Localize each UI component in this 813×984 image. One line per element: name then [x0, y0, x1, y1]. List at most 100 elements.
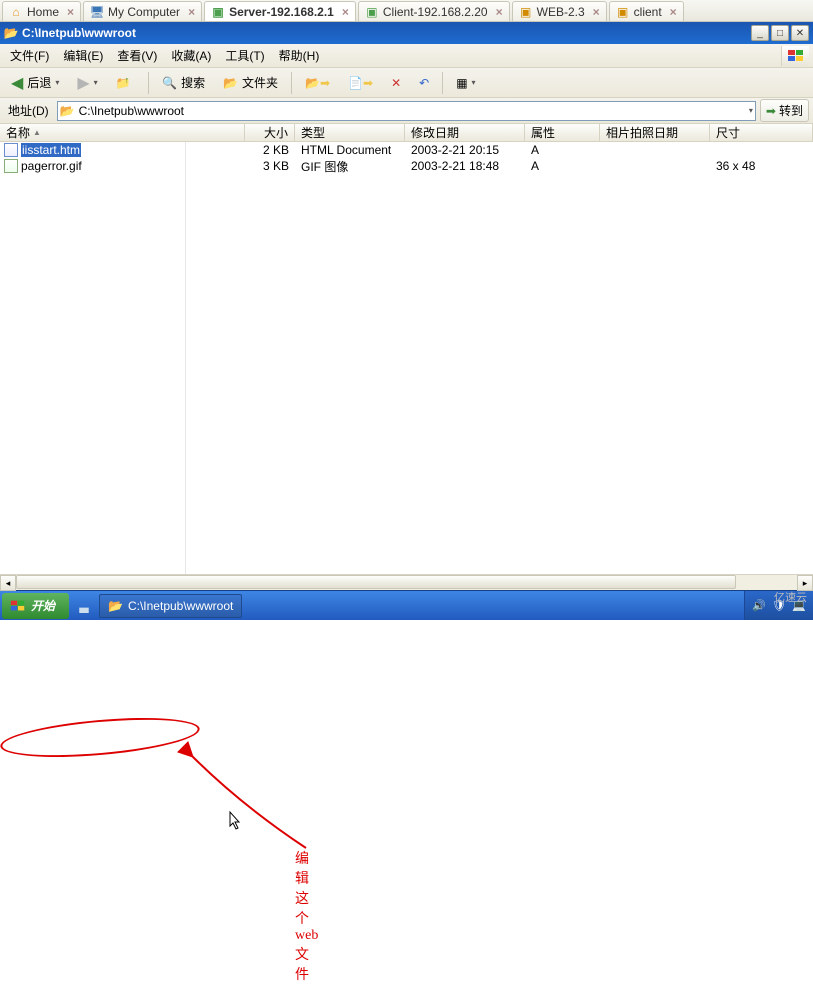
search-button[interactable]: 🔍 搜索	[155, 70, 212, 95]
col-photodate[interactable]: 相片拍照日期	[600, 124, 710, 141]
annotation-ellipse	[0, 711, 201, 763]
tray-icon[interactable]: 🔊	[751, 598, 767, 614]
scroll-right-button[interactable]: ▸	[797, 575, 813, 591]
folder-up-icon: 📁↑	[116, 76, 135, 90]
col-size[interactable]: 大小	[245, 124, 295, 141]
scroll-left-button[interactable]: ◂	[0, 575, 16, 591]
tray-icon[interactable]: 💻	[791, 598, 807, 614]
quicklaunch-desktop[interactable]: ▃	[73, 595, 95, 617]
back-button[interactable]: ◀ 后退 ▾	[4, 69, 66, 97]
tab-label: client	[634, 5, 662, 19]
menu-edit[interactable]: 编辑(E)	[57, 44, 109, 67]
delete-button[interactable]: ✕	[384, 72, 408, 94]
menu-file[interactable]: 文件(F)	[4, 44, 55, 67]
file-modified: 2003-2-21 20:15	[405, 143, 525, 157]
address-box[interactable]: 📂 ▾	[57, 101, 756, 121]
forward-button[interactable]: ▶ ▾	[70, 69, 104, 97]
col-type[interactable]: 类型	[295, 124, 405, 141]
back-label: 后退	[27, 74, 51, 91]
column-headers: 名称 ▲ 大小 类型 修改日期 属性 相片拍照日期 尺寸	[0, 124, 813, 142]
computer-icon: 🖥	[90, 5, 104, 19]
file-rows[interactable]: iisstart.htm 2 KB HTML Document 2003-2-2…	[0, 142, 813, 574]
delete-icon: ✕	[391, 76, 401, 90]
file-name-cell[interactable]: pagerror.gif	[0, 159, 245, 173]
scroll-thumb[interactable]	[16, 575, 736, 589]
file-attrs: A	[525, 159, 600, 173]
taskbar-item[interactable]: 📂 C:\Inetpub\wwwroot	[99, 594, 242, 618]
tray-icon[interactable]: 🛡	[771, 598, 787, 614]
tab-home[interactable]: ⌂ Home ×	[2, 1, 81, 21]
close-icon[interactable]: ×	[593, 5, 600, 19]
show-desktop-icon: ▃	[79, 599, 88, 613]
panel-divider	[185, 142, 186, 574]
file-type: GIF 图像	[295, 158, 405, 175]
maximize-button[interactable]: □	[771, 25, 789, 41]
chevron-down-icon[interactable]: ▾	[749, 106, 753, 115]
menu-tools[interactable]: 工具(T)	[219, 44, 270, 67]
undo-icon: ↶	[419, 76, 429, 90]
folders-button[interactable]: 📂 文件夹	[216, 70, 285, 95]
col-dim[interactable]: 尺寸	[710, 124, 813, 141]
go-button[interactable]: ➡ 转到	[760, 99, 809, 122]
scroll-track[interactable]	[16, 575, 797, 590]
tab-label: Client-192.168.2.20	[383, 5, 488, 19]
file-row[interactable]: pagerror.gif 3 KB GIF 图像 2003-2-21 18:48…	[0, 158, 813, 174]
file-dim: 36 x 48	[710, 159, 813, 173]
folder-icon: 📂	[4, 26, 18, 40]
close-icon[interactable]: ×	[67, 5, 74, 19]
file-row[interactable]: iisstart.htm 2 KB HTML Document 2003-2-2…	[0, 142, 813, 158]
separator	[442, 72, 443, 94]
start-button[interactable]: 开始	[2, 593, 69, 619]
search-icon: 🔍	[162, 76, 177, 90]
tab-client[interactable]: ▣ Client-192.168.2.20 ×	[358, 1, 510, 21]
tab-label: Home	[27, 5, 59, 19]
chevron-down-icon: ▾	[94, 78, 98, 87]
horizontal-scrollbar[interactable]: ◂ ▸	[0, 574, 813, 590]
tab-mycomputer[interactable]: 🖥 My Computer ×	[83, 1, 202, 21]
separator	[291, 72, 292, 94]
col-modified[interactable]: 修改日期	[405, 124, 525, 141]
close-icon[interactable]: ×	[188, 5, 195, 19]
file-name-cell[interactable]: iisstart.htm	[0, 143, 245, 157]
folder-icon: 📂	[108, 599, 123, 613]
menu-favorites[interactable]: 收藏(A)	[165, 44, 217, 67]
menu-help[interactable]: 帮助(H)	[273, 44, 326, 67]
tab-web[interactable]: ▣ WEB-2.3 ×	[512, 1, 607, 21]
menubar: 文件(F) 编辑(E) 查看(V) 收藏(A) 工具(T) 帮助(H)	[0, 44, 813, 68]
file-size: 2 KB	[245, 143, 295, 157]
separator	[148, 72, 149, 94]
back-icon: ◀	[11, 73, 23, 93]
system-tray: 🔊 🛡 💻	[744, 591, 813, 620]
move-to-button[interactable]: 📂➡	[298, 72, 337, 94]
copy-to-button[interactable]: 📄➡	[341, 72, 380, 94]
home-icon: ⌂	[9, 5, 23, 19]
close-icon[interactable]: ×	[670, 5, 677, 19]
moveto-icon: 📂➡	[305, 76, 330, 90]
sort-asc-icon: ▲	[33, 128, 41, 137]
tab-client2[interactable]: ▣ client ×	[609, 1, 684, 21]
copyto-icon: 📄➡	[348, 76, 373, 90]
annotation-text: 编辑这个web文件	[295, 848, 318, 984]
annotation-arrow	[186, 750, 326, 850]
close-icon[interactable]: ×	[342, 5, 349, 19]
views-button[interactable]: ▦ ▾	[449, 72, 482, 94]
folders-label: 文件夹	[242, 74, 278, 91]
web-icon: ▣	[519, 5, 533, 19]
folders-icon: 📂	[223, 76, 238, 90]
up-button[interactable]: 📁↑	[109, 72, 142, 94]
menu-view[interactable]: 查看(V)	[111, 44, 163, 67]
html-file-icon	[4, 143, 18, 157]
col-name[interactable]: 名称 ▲	[0, 124, 245, 141]
minimize-button[interactable]: _	[751, 25, 769, 41]
address-input[interactable]	[79, 104, 745, 118]
close-icon[interactable]: ×	[496, 5, 503, 19]
search-label: 搜索	[181, 74, 205, 91]
server-icon: ▣	[211, 5, 225, 19]
forward-icon: ▶	[77, 73, 89, 93]
col-attrs[interactable]: 属性	[525, 124, 600, 141]
file-type: HTML Document	[295, 143, 405, 157]
tab-server[interactable]: ▣ Server-192.168.2.1 ×	[204, 1, 356, 21]
close-button[interactable]: ✕	[791, 25, 809, 41]
toolbar: ◀ 后退 ▾ ▶ ▾ 📁↑ 🔍 搜索 📂 文件夹 📂➡ 📄➡ ✕ ↶ ▦ ▾	[0, 68, 813, 98]
undo-button[interactable]: ↶	[412, 72, 436, 94]
